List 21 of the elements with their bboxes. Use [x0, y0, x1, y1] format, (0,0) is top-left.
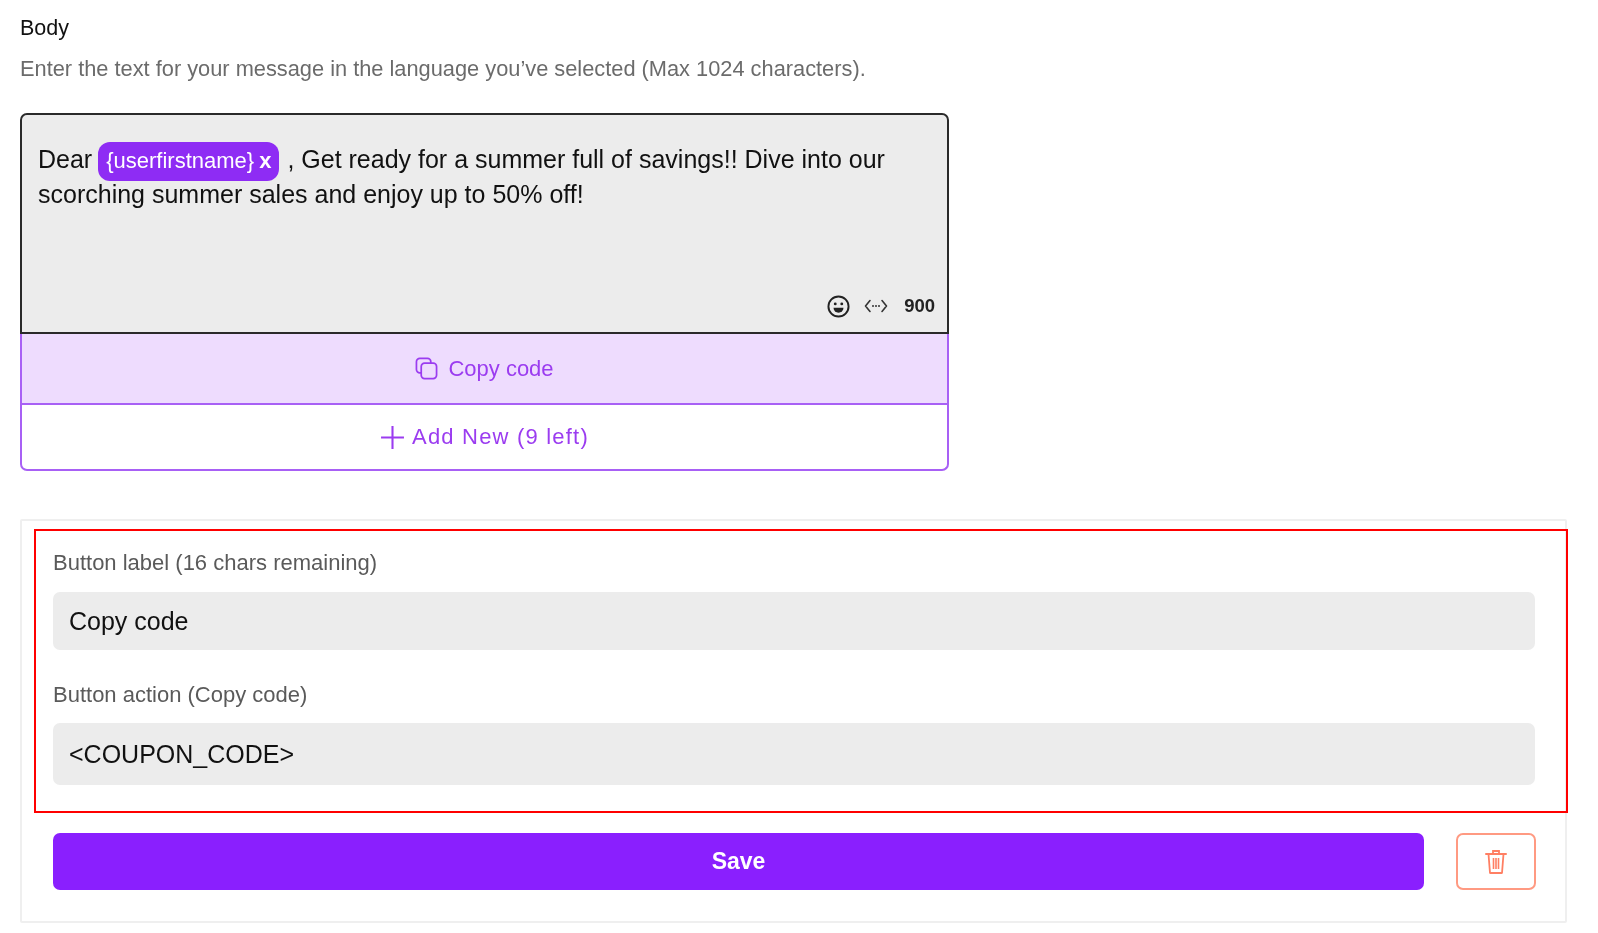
trash-icon: [1485, 848, 1507, 875]
copy-icon: [415, 357, 439, 380]
add-new-button[interactable]: Add New (9 left): [20, 405, 949, 471]
message-button-item[interactable]: Copy code: [20, 334, 949, 405]
message-editor[interactable]: Dear {userfirstname} x , Get ready for a summer full of savings!! Dive into our scorching summer sales and enjoy up to 50% off! 900: [20, 113, 949, 334]
message-text: scorching summer sales and enjoy up to 50% off!: [38, 178, 584, 210]
plus-icon: [380, 424, 406, 450]
message-text: , Get ready for a summer full of savings!! Dive into our: [287, 145, 885, 173]
field-label: Button action (Copy code): [53, 683, 308, 707]
variable-name: {userfirstname}: [106, 148, 255, 175]
emoji-icon[interactable]: [827, 294, 851, 318]
section-title: Body: [20, 15, 69, 41]
character-count: 900: [904, 294, 935, 318]
input-field[interactable]: Copy code: [53, 592, 1535, 650]
angle-brackets-icon[interactable]: [864, 299, 889, 313]
field-label: Button label (16 chars remaining): [53, 551, 378, 575]
remove-variable-button[interactable]: x: [259, 148, 272, 175]
input-field[interactable]: <COUPON_CODE>: [53, 723, 1535, 785]
section-hint: Enter the text for your message in the language you’ve selected (Max 1024 characters).: [20, 56, 866, 82]
save-button[interactable]: Save: [53, 833, 1424, 890]
message-text: Dear: [38, 145, 93, 173]
